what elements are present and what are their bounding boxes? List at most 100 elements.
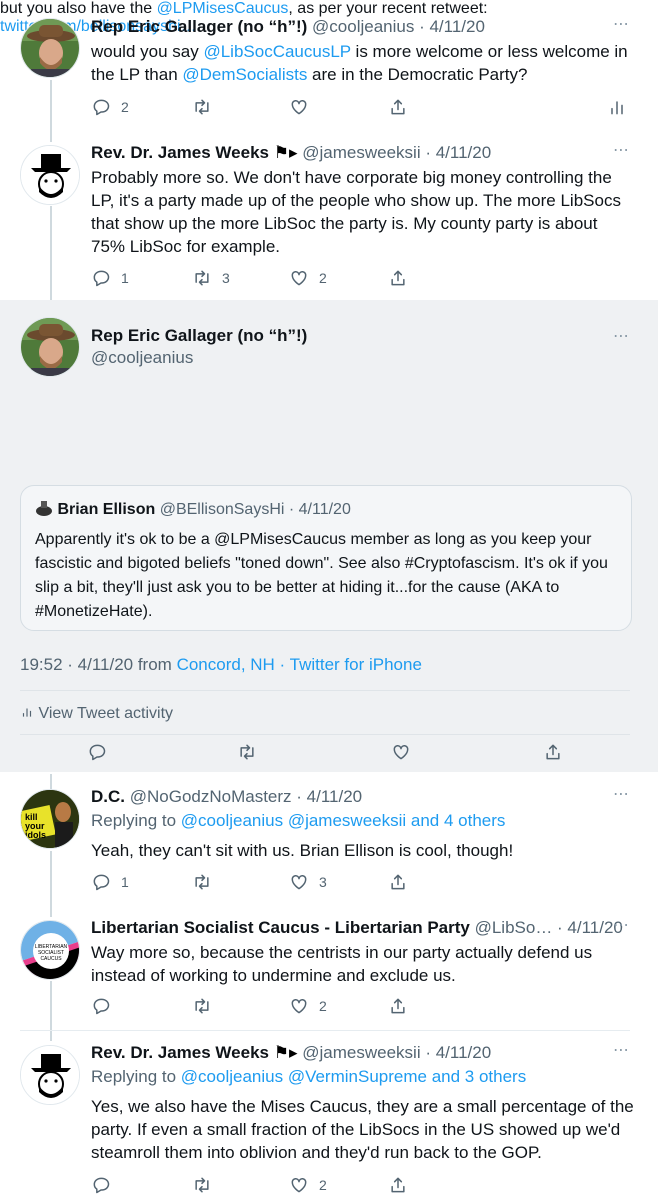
replying-to: Replying to @cooljeanius @jamesweeksii a… [91, 810, 505, 832]
reply-button[interactable] [91, 1175, 121, 1195]
display-name[interactable]: Rep Eric Gallager (no “h”!) [91, 326, 307, 345]
retweet-icon [240, 744, 254, 760]
retweet-button[interactable]: 3 [192, 268, 230, 288]
share-icon [391, 874, 405, 890]
share-button[interactable] [388, 1175, 408, 1195]
tweet-text: Yeah, they can't sit with us. Brian Elli… [91, 841, 514, 860]
tweet-actions: 2 [91, 1175, 636, 1199]
mention-link[interactable]: @DemSocialists [182, 65, 307, 84]
avatar[interactable] [20, 317, 80, 377]
more-icon[interactable]: ⋯ [613, 915, 630, 935]
analytics-icon [611, 101, 623, 115]
share-icon [391, 270, 405, 286]
handle-text: @cooljeanius [91, 348, 194, 367]
share-button[interactable] [543, 742, 563, 762]
quoted-tweet[interactable]: Brian Ellison @BEllisonSaysHi · 4/11/20 … [20, 485, 632, 631]
reply-count: 1 [121, 874, 129, 890]
quote-avatar [36, 501, 52, 516]
avatar[interactable]: LIBERTARIAN SOCIALIST CAUCUS [20, 920, 80, 980]
like-icon [291, 99, 307, 115]
reply-icon [93, 998, 110, 1015]
avatar[interactable] [20, 18, 80, 78]
like-count: 2 [319, 998, 327, 1014]
more-icon[interactable]: ⋯ [613, 14, 630, 34]
display-name[interactable]: Rev. Dr. James Weeks [91, 143, 269, 162]
tweet[interactable]: kill your idols D.C. @NoGodzNoMasterz · … [0, 775, 658, 900]
tweet-header: Rep Eric Gallager (no “h”!) [91, 325, 307, 347]
quote-header: Brian Ellison @BEllisonSaysHi · 4/11/20 [35, 500, 351, 519]
like-icon [291, 998, 307, 1014]
handle-date[interactable]: @jamesweeksii · 4/11/20 [302, 1043, 491, 1062]
avatar[interactable] [20, 145, 80, 205]
handle-date[interactable]: @NoGodzNoMasterz · 4/11/20 [130, 787, 362, 806]
more-icon[interactable]: ⋯ [613, 784, 630, 804]
like-icon [393, 744, 409, 760]
display-name[interactable]: Rep Eric Gallager (no “h”!) [91, 17, 307, 36]
analytics-button[interactable] [607, 97, 627, 117]
handle-date[interactable]: @jamesweeksii · 4/11/20 [302, 143, 491, 162]
retweet-button[interactable] [192, 872, 222, 892]
like-button[interactable]: 2 [289, 268, 327, 288]
tweet-header: Rev. Dr. James Weeks ⚑▸ @jamesweeksii · … [91, 1042, 491, 1064]
like-button[interactable]: 2 [289, 1175, 327, 1195]
display-name[interactable]: D.C. [91, 787, 125, 806]
view-activity-link[interactable]: View Tweet activity [20, 705, 173, 723]
reply-icon [93, 1177, 110, 1194]
handle-date[interactable]: @cooljeanius · 4/11/20 [312, 17, 485, 36]
like-count: 3 [319, 874, 327, 890]
svg-text:idols: idols [25, 830, 46, 840]
reply-button[interactable]: 1 [91, 872, 129, 892]
mention-link[interactable]: @LibSocCaucusLP [203, 42, 350, 61]
share-button[interactable] [388, 97, 408, 117]
display-name[interactable]: Rev. Dr. James Weeks [91, 1043, 269, 1062]
more-icon[interactable]: ⋯ [613, 326, 630, 346]
share-icon [391, 1177, 405, 1193]
more-icon[interactable]: ⋯ [613, 140, 630, 160]
display-name[interactable]: Libertarian Socialist Caucus - Libertari… [91, 918, 470, 937]
like-button[interactable] [391, 742, 411, 762]
reply-icon [89, 744, 106, 761]
retweet-button[interactable] [237, 742, 257, 762]
client-link[interactable]: · Twitter for iPhone [275, 655, 422, 674]
like-button[interactable] [289, 97, 319, 117]
reply-icon [93, 99, 110, 116]
like-count: 2 [319, 1177, 327, 1193]
like-count: 2 [319, 270, 327, 286]
tweet[interactable]: Rep Eric Gallager (no “h”!) @cooljeanius… [0, 0, 658, 140]
more-icon[interactable]: ⋯ [613, 1040, 630, 1060]
tweet[interactable]: Rev. Dr. James Weeks ⚑▸ @jamesweeksii · … [0, 140, 658, 300]
tweet-header: D.C. @NoGodzNoMasterz · 4/11/20 [91, 786, 362, 808]
reply-button[interactable]: 1 [91, 268, 129, 288]
retweet-button[interactable] [192, 97, 222, 117]
like-button[interactable]: 2 [289, 996, 327, 1016]
replying-users-link[interactable]: @cooljeanius @VerminSupreme and 3 others [181, 1067, 526, 1086]
activity-label: View Tweet activity [38, 705, 174, 722]
retweet-icon [195, 998, 209, 1014]
share-button[interactable] [388, 996, 408, 1016]
tweet[interactable]: Rev. Dr. James Weeks ⚑▸ @jamesweeksii · … [0, 1031, 658, 1200]
divider [20, 734, 630, 735]
reply-icon [93, 270, 110, 287]
tweet-header: Rep Eric Gallager (no “h”!) @cooljeanius… [91, 16, 485, 38]
retweet-count: 3 [222, 270, 230, 286]
tweet[interactable]: LIBERTARIAN SOCIALIST CAUCUS Libertarian… [0, 900, 658, 1030]
reply-button[interactable] [91, 996, 121, 1016]
avatar[interactable]: kill your idols [20, 789, 80, 849]
reply-button[interactable] [87, 742, 107, 762]
retweet-button[interactable] [192, 996, 222, 1016]
reply-count: 1 [121, 270, 129, 286]
reply-button[interactable]: 2 [91, 97, 129, 117]
flag-emoji: ⚑▸ [273, 1043, 298, 1062]
tweet-actions: 1 3 [91, 872, 636, 896]
handle[interactable]: @cooljeanius [91, 347, 193, 369]
share-button[interactable] [388, 268, 408, 288]
location-link[interactable]: Concord, NH [177, 655, 275, 674]
retweet-icon [195, 1177, 209, 1193]
like-button[interactable]: 3 [289, 872, 327, 892]
share-button[interactable] [388, 872, 408, 892]
handle-date[interactable]: @LibSo… · 4/11/20 [475, 918, 623, 937]
replying-users-link[interactable]: @cooljeanius @jamesweeksii and 4 others [181, 811, 506, 830]
replying-label: Replying to [91, 811, 181, 830]
retweet-button[interactable] [192, 1175, 222, 1195]
avatar[interactable] [20, 1045, 80, 1105]
